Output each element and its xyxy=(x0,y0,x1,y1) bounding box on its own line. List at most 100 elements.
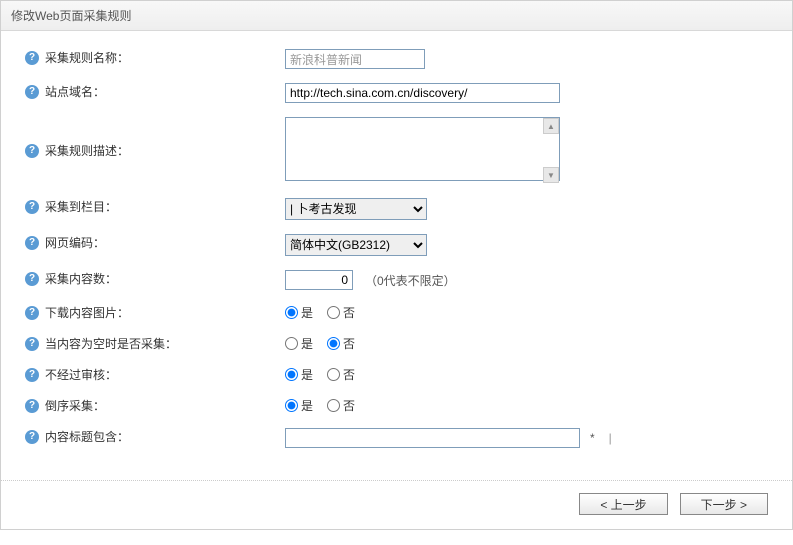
next-button[interactable]: 下一步 > xyxy=(680,493,768,515)
label-col: ? 采集内容数： xyxy=(25,270,285,287)
radio-no-label: 否 xyxy=(343,397,355,414)
panel-title: 修改Web页面采集规则 xyxy=(11,9,131,23)
radio-no[interactable]: 否 xyxy=(327,335,355,352)
radio-yes-label: 是 xyxy=(301,335,313,352)
download-img-no-radio[interactable] xyxy=(327,306,340,319)
field-col: 简体中文(GB2312) xyxy=(285,234,768,256)
row-no-audit: ? 不经过审核： 是 否 xyxy=(25,366,768,383)
field-col: 是 否 xyxy=(285,397,768,414)
row-reverse-collect: ? 倒序采集： 是 否 xyxy=(25,397,768,414)
prev-button[interactable]: < 上一步 xyxy=(579,493,667,515)
help-icon[interactable]: ? xyxy=(25,236,39,250)
button-bar: < 上一步 下一步 > xyxy=(1,493,792,529)
radio-yes[interactable]: 是 xyxy=(285,304,313,321)
field-col: 是 否 xyxy=(285,304,768,321)
label-collect-count: 采集内容数： xyxy=(45,270,117,287)
label-col: ? 不经过审核： xyxy=(25,366,285,383)
label-empty-content: 当内容为空时是否采集： xyxy=(45,335,177,352)
required-star: * xyxy=(590,431,595,445)
label-col: ? 当内容为空时是否采集： xyxy=(25,335,285,352)
label-rule-name: 采集规则名称： xyxy=(45,49,129,66)
help-icon[interactable]: ? xyxy=(25,85,39,99)
no-audit-yes-radio[interactable] xyxy=(285,368,298,381)
label-rule-desc: 采集规则描述： xyxy=(45,142,129,159)
label-col: ? 采集规则名称： xyxy=(25,49,285,66)
download-img-radio-group: 是 否 xyxy=(285,304,355,321)
field-col: （0代表不限定） xyxy=(285,270,768,290)
help-icon[interactable]: ? xyxy=(25,399,39,413)
download-img-yes-radio[interactable] xyxy=(285,306,298,319)
label-site-domain: 站点域名： xyxy=(45,83,105,100)
help-icon[interactable]: ? xyxy=(25,200,39,214)
help-icon[interactable]: ? xyxy=(25,337,39,351)
radio-yes-label: 是 xyxy=(301,304,313,321)
scroll-down-icon[interactable]: ▼ xyxy=(543,167,559,183)
radio-no[interactable]: 否 xyxy=(327,366,355,383)
label-col: ? 倒序采集： xyxy=(25,397,285,414)
panel-header: 修改Web页面采集规则 xyxy=(1,1,792,31)
label-col: ? 下载内容图片： xyxy=(25,304,285,321)
label-collect-to: 采集到栏目： xyxy=(45,198,117,215)
radio-yes-label: 是 xyxy=(301,366,313,383)
reverse-collect-radio-group: 是 否 xyxy=(285,397,355,414)
radio-no-label: 否 xyxy=(343,304,355,321)
radio-yes-label: 是 xyxy=(301,397,313,414)
help-icon[interactable]: ? xyxy=(25,51,39,65)
collect-to-select[interactable]: | 卜考古发现 xyxy=(285,198,427,220)
help-icon[interactable]: ? xyxy=(25,272,39,286)
row-collect-count: ? 采集内容数： （0代表不限定） xyxy=(25,270,768,290)
field-col: 是 否 xyxy=(285,366,768,383)
field-col: | 卜考古发现 xyxy=(285,198,768,220)
row-title-contains: ? 内容标题包含： * | xyxy=(25,428,768,448)
help-icon[interactable]: ? xyxy=(25,368,39,382)
field-col: * | xyxy=(285,428,768,448)
label-col: ? 网页编码： xyxy=(25,234,285,251)
label-col: ? 采集到栏目： xyxy=(25,198,285,215)
encoding-select[interactable]: 简体中文(GB2312) xyxy=(285,234,427,256)
field-col xyxy=(285,83,768,103)
row-rule-name: ? 采集规则名称： xyxy=(25,49,768,69)
empty-content-yes-radio[interactable] xyxy=(285,337,298,350)
radio-no-label: 否 xyxy=(343,335,355,352)
no-audit-radio-group: 是 否 xyxy=(285,366,355,383)
reverse-collect-yes-radio[interactable] xyxy=(285,399,298,412)
collect-count-input[interactable] xyxy=(285,270,353,290)
label-col: ? 内容标题包含： xyxy=(25,428,285,445)
label-download-img: 下载内容图片： xyxy=(45,304,129,321)
radio-no-label: 否 xyxy=(343,366,355,383)
field-col xyxy=(285,49,768,69)
radio-no[interactable]: 否 xyxy=(327,304,355,321)
separator xyxy=(1,480,792,481)
rule-name-input[interactable] xyxy=(285,49,425,69)
row-encoding: ? 网页编码： 简体中文(GB2312) xyxy=(25,234,768,256)
help-icon[interactable]: ? xyxy=(25,430,39,444)
empty-content-radio-group: 是 否 xyxy=(285,335,355,352)
radio-no[interactable]: 否 xyxy=(327,397,355,414)
row-rule-desc: ? 采集规则描述： ▲ ▼ xyxy=(25,117,768,184)
title-contains-input[interactable] xyxy=(285,428,580,448)
help-icon[interactable]: ? xyxy=(25,306,39,320)
radio-yes[interactable]: 是 xyxy=(285,335,313,352)
pipe-mark: | xyxy=(609,431,612,445)
rule-desc-textarea[interactable] xyxy=(285,117,560,181)
label-no-audit: 不经过审核： xyxy=(45,366,117,383)
label-title-contains: 内容标题包含： xyxy=(45,428,129,445)
row-download-img: ? 下载内容图片： 是 否 xyxy=(25,304,768,321)
panel: 修改Web页面采集规则 ? 采集规则名称： ? 站点域名： ? 采集规则 xyxy=(0,0,793,530)
reverse-collect-no-radio[interactable] xyxy=(327,399,340,412)
no-audit-no-radio[interactable] xyxy=(327,368,340,381)
label-encoding: 网页编码： xyxy=(45,234,105,251)
empty-content-no-radio[interactable] xyxy=(327,337,340,350)
textarea-scrollbar: ▲ ▼ xyxy=(543,118,559,183)
row-site-domain: ? 站点域名： xyxy=(25,83,768,103)
row-empty-content: ? 当内容为空时是否采集： 是 否 xyxy=(25,335,768,352)
label-reverse-collect: 倒序采集： xyxy=(45,397,105,414)
scroll-up-icon[interactable]: ▲ xyxy=(543,118,559,134)
field-col: ▲ ▼ xyxy=(285,117,768,184)
radio-yes[interactable]: 是 xyxy=(285,397,313,414)
field-col: 是 否 xyxy=(285,335,768,352)
label-col: ? 采集规则描述： xyxy=(25,142,285,159)
site-domain-input[interactable] xyxy=(285,83,560,103)
help-icon[interactable]: ? xyxy=(25,144,39,158)
radio-yes[interactable]: 是 xyxy=(285,366,313,383)
